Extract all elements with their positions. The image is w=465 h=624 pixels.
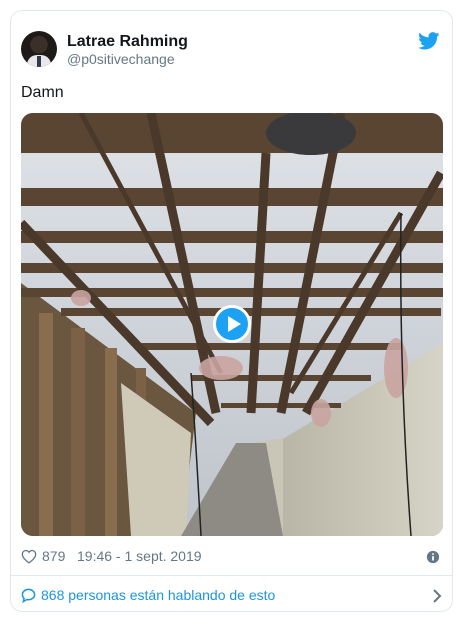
chevron-right-icon[interactable] xyxy=(432,589,442,603)
tweet-header: Latrae Rahming @p0sitivechange xyxy=(21,29,442,71)
author-display-name[interactable]: Latrae Rahming xyxy=(67,32,188,51)
tweet-card[interactable]: Latrae Rahming @p0sitivechange Damn 879 … xyxy=(10,10,453,612)
twitter-bird-icon[interactable] xyxy=(418,32,440,50)
video-thumbnail[interactable] xyxy=(21,113,443,536)
chat-bubble-icon xyxy=(21,588,36,603)
play-button[interactable] xyxy=(213,305,251,343)
heart-icon[interactable] xyxy=(21,549,37,564)
conversation-footer[interactable]: 868 personas están hablando de esto xyxy=(21,585,442,607)
conversation-link[interactable]: 868 personas están hablando de esto xyxy=(41,587,275,603)
author-handle[interactable]: @p0sitivechange xyxy=(67,51,175,68)
tweet-text: Damn xyxy=(21,84,64,101)
like-count[interactable]: 879 xyxy=(42,548,65,564)
timestamp[interactable]: 19:46 - 1 sept. 2019 xyxy=(77,548,202,564)
footer-divider xyxy=(11,575,452,576)
avatar[interactable] xyxy=(21,31,57,67)
info-icon[interactable] xyxy=(426,550,440,564)
play-icon xyxy=(228,316,241,332)
tweet-meta: 879 19:46 - 1 sept. 2019 xyxy=(21,547,442,567)
